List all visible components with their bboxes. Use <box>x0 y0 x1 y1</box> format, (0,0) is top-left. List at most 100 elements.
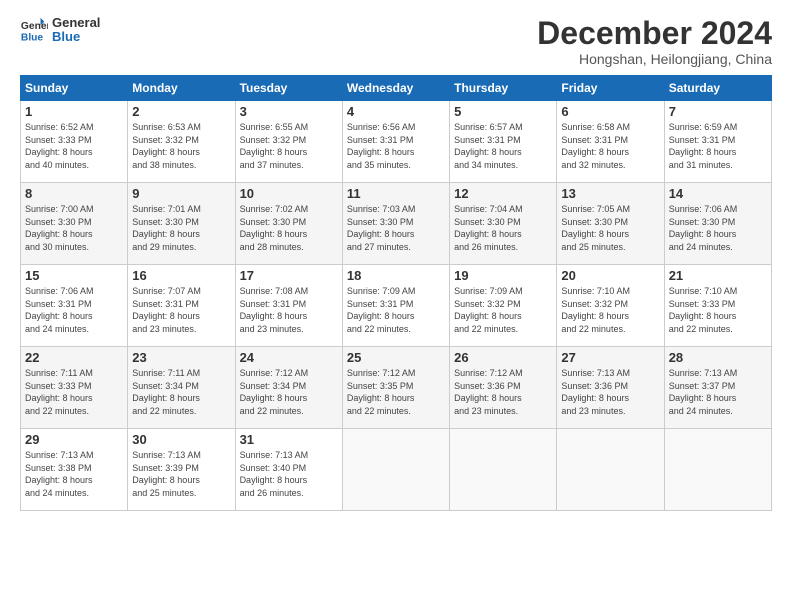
day-number: 3 <box>240 104 338 119</box>
day-number: 4 <box>347 104 445 119</box>
day-info: Sunrise: 7:05 AMSunset: 3:30 PMDaylight:… <box>561 203 659 253</box>
day-number: 14 <box>669 186 767 201</box>
table-cell: 18 Sunrise: 7:09 AMSunset: 3:31 PMDayligh… <box>342 265 449 347</box>
col-thursday: Thursday <box>450 76 557 101</box>
logo-general: General <box>52 16 100 30</box>
table-cell: 3 Sunrise: 6:55 AMSunset: 3:32 PMDaylight… <box>235 101 342 183</box>
day-number: 27 <box>561 350 659 365</box>
table-row: 15Sunrise: 7:06 AMSunset: 3:31 PMDayligh… <box>21 265 772 347</box>
header: General Blue General Blue December 2024 … <box>20 16 772 67</box>
day-number: 30 <box>132 432 230 447</box>
table-cell: 22Sunrise: 7:11 AMSunset: 3:33 PMDayligh… <box>21 347 128 429</box>
table-row: 1Sunrise: 6:52 AMSunset: 3:33 PMDaylight… <box>21 101 772 183</box>
col-sunday: Sunday <box>21 76 128 101</box>
day-info: Sunrise: 6:59 AMSunset: 3:31 PMDaylight:… <box>669 121 767 171</box>
table-cell: 25Sunrise: 7:12 AMSunset: 3:35 PMDayligh… <box>342 347 449 429</box>
location: Hongshan, Heilongjiang, China <box>537 51 772 67</box>
table-cell: 1Sunrise: 6:52 AMSunset: 3:33 PMDaylight… <box>21 101 128 183</box>
day-info: Sunrise: 6:55 AMSunset: 3:32 PMDaylight:… <box>240 121 338 171</box>
day-info: Sunrise: 7:08 AMSunset: 3:31 PMDaylight:… <box>240 285 338 335</box>
day-info: Sunrise: 7:06 AMSunset: 3:31 PMDaylight:… <box>25 285 123 335</box>
day-number: 16 <box>132 268 230 283</box>
header-row: Sunday Monday Tuesday Wednesday Thursday… <box>21 76 772 101</box>
table-cell: 4 Sunrise: 6:56 AMSunset: 3:31 PMDaylight… <box>342 101 449 183</box>
day-info: Sunrise: 7:11 AMSunset: 3:33 PMDaylight:… <box>25 367 123 417</box>
table-cell: 28 Sunrise: 7:13 AMSunset: 3:37 PMDayligh… <box>664 347 771 429</box>
month-title: December 2024 <box>537 16 772 51</box>
col-saturday: Saturday <box>664 76 771 101</box>
table-cell: 16 Sunrise: 7:07 AMSunset: 3:31 PMDayligh… <box>128 265 235 347</box>
day-info: Sunrise: 7:12 AMSunset: 3:34 PMDaylight:… <box>240 367 338 417</box>
day-info: Sunrise: 6:52 AMSunset: 3:33 PMDaylight:… <box>25 121 123 171</box>
svg-text:General: General <box>21 21 48 32</box>
day-number: 20 <box>561 268 659 283</box>
calendar-page: General Blue General Blue December 2024 … <box>0 0 792 612</box>
table-cell <box>664 429 771 511</box>
day-number: 18 <box>347 268 445 283</box>
col-monday: Monday <box>128 76 235 101</box>
table-cell: 24 Sunrise: 7:12 AMSunset: 3:34 PMDayligh… <box>235 347 342 429</box>
day-info: Sunrise: 7:04 AMSunset: 3:30 PMDaylight:… <box>454 203 552 253</box>
day-number: 21 <box>669 268 767 283</box>
table-cell: 13 Sunrise: 7:05 AMSunset: 3:30 PMDayligh… <box>557 183 664 265</box>
day-number: 13 <box>561 186 659 201</box>
day-number: 2 <box>132 104 230 119</box>
day-info: Sunrise: 7:12 AMSunset: 3:35 PMDaylight:… <box>347 367 445 417</box>
day-info: Sunrise: 7:00 AMSunset: 3:30 PMDaylight:… <box>25 203 123 253</box>
table-cell: 29 Sunrise: 7:13 AMSunset: 3:38 PMDayligh… <box>21 429 128 511</box>
day-info: Sunrise: 7:07 AMSunset: 3:31 PMDaylight:… <box>132 285 230 335</box>
day-info: Sunrise: 7:12 AMSunset: 3:36 PMDaylight:… <box>454 367 552 417</box>
table-cell: 19Sunrise: 7:09 AMSunset: 3:32 PMDayligh… <box>450 265 557 347</box>
day-info: Sunrise: 7:02 AMSunset: 3:30 PMDaylight:… <box>240 203 338 253</box>
table-cell: 9Sunrise: 7:01 AMSunset: 3:30 PMDaylight… <box>128 183 235 265</box>
day-info: Sunrise: 7:13 AMSunset: 3:39 PMDaylight:… <box>132 449 230 499</box>
day-info: Sunrise: 7:13 AMSunset: 3:37 PMDaylight:… <box>669 367 767 417</box>
day-number: 11 <box>347 186 445 201</box>
day-info: Sunrise: 6:53 AMSunset: 3:32 PMDaylight:… <box>132 121 230 171</box>
col-tuesday: Tuesday <box>235 76 342 101</box>
col-wednesday: Wednesday <box>342 76 449 101</box>
table-cell <box>450 429 557 511</box>
day-number: 17 <box>240 268 338 283</box>
day-number: 19 <box>454 268 552 283</box>
table-cell: 17 Sunrise: 7:08 AMSunset: 3:31 PMDayligh… <box>235 265 342 347</box>
day-info: Sunrise: 6:58 AMSunset: 3:31 PMDaylight:… <box>561 121 659 171</box>
logo-icon: General Blue <box>20 16 48 44</box>
day-number: 29 <box>25 432 123 447</box>
table-cell: 30 Sunrise: 7:13 AMSunset: 3:39 PMDayligh… <box>128 429 235 511</box>
table-cell: 15Sunrise: 7:06 AMSunset: 3:31 PMDayligh… <box>21 265 128 347</box>
day-number: 31 <box>240 432 338 447</box>
title-block: December 2024 Hongshan, Heilongjiang, Ch… <box>537 16 772 67</box>
day-number: 7 <box>669 104 767 119</box>
col-friday: Friday <box>557 76 664 101</box>
table-row: 29 Sunrise: 7:13 AMSunset: 3:38 PMDayligh… <box>21 429 772 511</box>
day-info: Sunrise: 6:57 AMSunset: 3:31 PMDaylight:… <box>454 121 552 171</box>
day-number: 24 <box>240 350 338 365</box>
day-info: Sunrise: 7:11 AMSunset: 3:34 PMDaylight:… <box>132 367 230 417</box>
day-number: 26 <box>454 350 552 365</box>
day-number: 6 <box>561 104 659 119</box>
logo-blue: Blue <box>52 30 100 44</box>
table-cell: 23 Sunrise: 7:11 AMSunset: 3:34 PMDayligh… <box>128 347 235 429</box>
table-row: 8Sunrise: 7:00 AMSunset: 3:30 PMDaylight… <box>21 183 772 265</box>
table-cell: 8Sunrise: 7:00 AMSunset: 3:30 PMDaylight… <box>21 183 128 265</box>
day-info: Sunrise: 7:10 AMSunset: 3:33 PMDaylight:… <box>669 285 767 335</box>
day-number: 28 <box>669 350 767 365</box>
day-info: Sunrise: 7:09 AMSunset: 3:31 PMDaylight:… <box>347 285 445 335</box>
table-cell <box>342 429 449 511</box>
day-info: Sunrise: 7:06 AMSunset: 3:30 PMDaylight:… <box>669 203 767 253</box>
day-number: 5 <box>454 104 552 119</box>
table-cell: 6 Sunrise: 6:58 AMSunset: 3:31 PMDaylight… <box>557 101 664 183</box>
table-cell: 26 Sunrise: 7:12 AMSunset: 3:36 PMDayligh… <box>450 347 557 429</box>
table-cell: 11 Sunrise: 7:03 AMSunset: 3:30 PMDayligh… <box>342 183 449 265</box>
day-info: Sunrise: 7:01 AMSunset: 3:30 PMDaylight:… <box>132 203 230 253</box>
day-info: Sunrise: 7:13 AMSunset: 3:36 PMDaylight:… <box>561 367 659 417</box>
day-info: Sunrise: 6:56 AMSunset: 3:31 PMDaylight:… <box>347 121 445 171</box>
svg-text:Blue: Blue <box>21 33 44 44</box>
table-cell: 27 Sunrise: 7:13 AMSunset: 3:36 PMDayligh… <box>557 347 664 429</box>
calendar-table: Sunday Monday Tuesday Wednesday Thursday… <box>20 75 772 511</box>
day-info: Sunrise: 7:13 AMSunset: 3:38 PMDaylight:… <box>25 449 123 499</box>
table-cell: 10Sunrise: 7:02 AMSunset: 3:30 PMDayligh… <box>235 183 342 265</box>
day-info: Sunrise: 7:03 AMSunset: 3:30 PMDaylight:… <box>347 203 445 253</box>
day-number: 23 <box>132 350 230 365</box>
